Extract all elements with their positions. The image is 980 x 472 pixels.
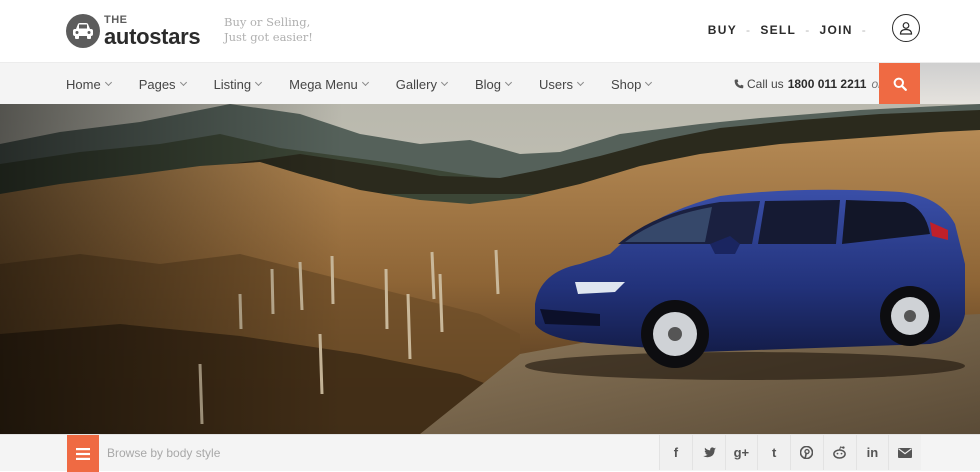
chevron-down-icon xyxy=(104,78,112,87)
nav-item-mega-menu[interactable]: Mega Menu xyxy=(289,77,369,92)
search-button[interactable] xyxy=(879,63,920,105)
pinterest-icon[interactable] xyxy=(790,435,823,470)
chevron-down-icon xyxy=(576,78,585,87)
nav-item-home[interactable]: Home xyxy=(66,77,112,92)
user-account-button[interactable] xyxy=(892,14,920,42)
hamburger-icon xyxy=(76,447,90,460)
email-icon[interactable] xyxy=(888,435,921,470)
nav-item-users[interactable]: Users xyxy=(539,77,585,92)
chevron-down-icon xyxy=(440,78,449,87)
nav-menu: Home Pages Listing Mega Menu Gallery Blo… xyxy=(66,63,679,105)
main-navigation: Home Pages Listing Mega Menu Gallery Blo… xyxy=(0,62,980,105)
logo-name-text: autostars xyxy=(104,23,201,49)
auth-separator: - xyxy=(805,23,811,37)
join-link[interactable]: JOIN xyxy=(819,23,852,37)
nav-item-pages[interactable]: Pages xyxy=(139,77,187,92)
chevron-down-icon xyxy=(645,78,653,87)
user-icon xyxy=(899,22,913,35)
linkedin-icon[interactable]: in xyxy=(855,435,889,470)
chevron-down-icon xyxy=(255,78,263,87)
auth-separator: - xyxy=(861,23,867,37)
reddit-icon[interactable] xyxy=(822,435,856,470)
nav-item-shop[interactable]: Shop xyxy=(611,77,653,92)
nav-item-listing[interactable]: Listing xyxy=(214,77,263,92)
google-plus-icon[interactable]: g+ xyxy=(724,435,758,470)
buy-link[interactable]: BUY xyxy=(708,23,737,37)
nav-item-gallery[interactable]: Gallery xyxy=(396,77,449,92)
hero-banner xyxy=(0,104,980,434)
chevron-down-icon xyxy=(504,78,513,87)
site-tagline: Buy or Selling, Just got easier! xyxy=(224,15,313,45)
chevron-down-icon xyxy=(361,78,369,87)
auth-links: BUY - SELL - JOIN - xyxy=(708,23,876,37)
site-header: THE autostars Buy or Selling, Just got e… xyxy=(0,0,980,62)
call-label: Call us xyxy=(747,77,784,91)
phone-icon xyxy=(734,79,744,89)
auth-separator: - xyxy=(746,23,752,37)
browse-bar: Browse by body style f g+ t in xyxy=(0,434,980,472)
chevron-down-icon xyxy=(179,78,187,87)
browse-menu-button[interactable] xyxy=(67,435,99,472)
nav-item-blog[interactable]: Blog xyxy=(475,77,513,92)
car-logo-icon xyxy=(66,14,100,48)
call-us: Call us 1800 011 2211 or xyxy=(734,63,882,105)
twitter-icon[interactable] xyxy=(691,435,725,470)
sell-link[interactable]: SELL xyxy=(760,23,796,37)
site-logo[interactable]: THE autostars xyxy=(66,14,201,49)
call-number[interactable]: 1800 011 2211 xyxy=(788,77,867,91)
tumblr-icon[interactable]: t xyxy=(757,435,790,470)
nav-edge-background xyxy=(920,63,980,105)
social-links: f g+ t in xyxy=(659,435,921,470)
search-icon xyxy=(893,77,907,91)
hero-landscape-image xyxy=(0,104,980,434)
tagline-line-2: Just got easier! xyxy=(224,30,313,44)
browse-by-body-style[interactable]: Browse by body style xyxy=(107,435,220,470)
facebook-icon[interactable]: f xyxy=(659,435,692,470)
tagline-line-1: Buy or Selling, xyxy=(224,15,311,29)
